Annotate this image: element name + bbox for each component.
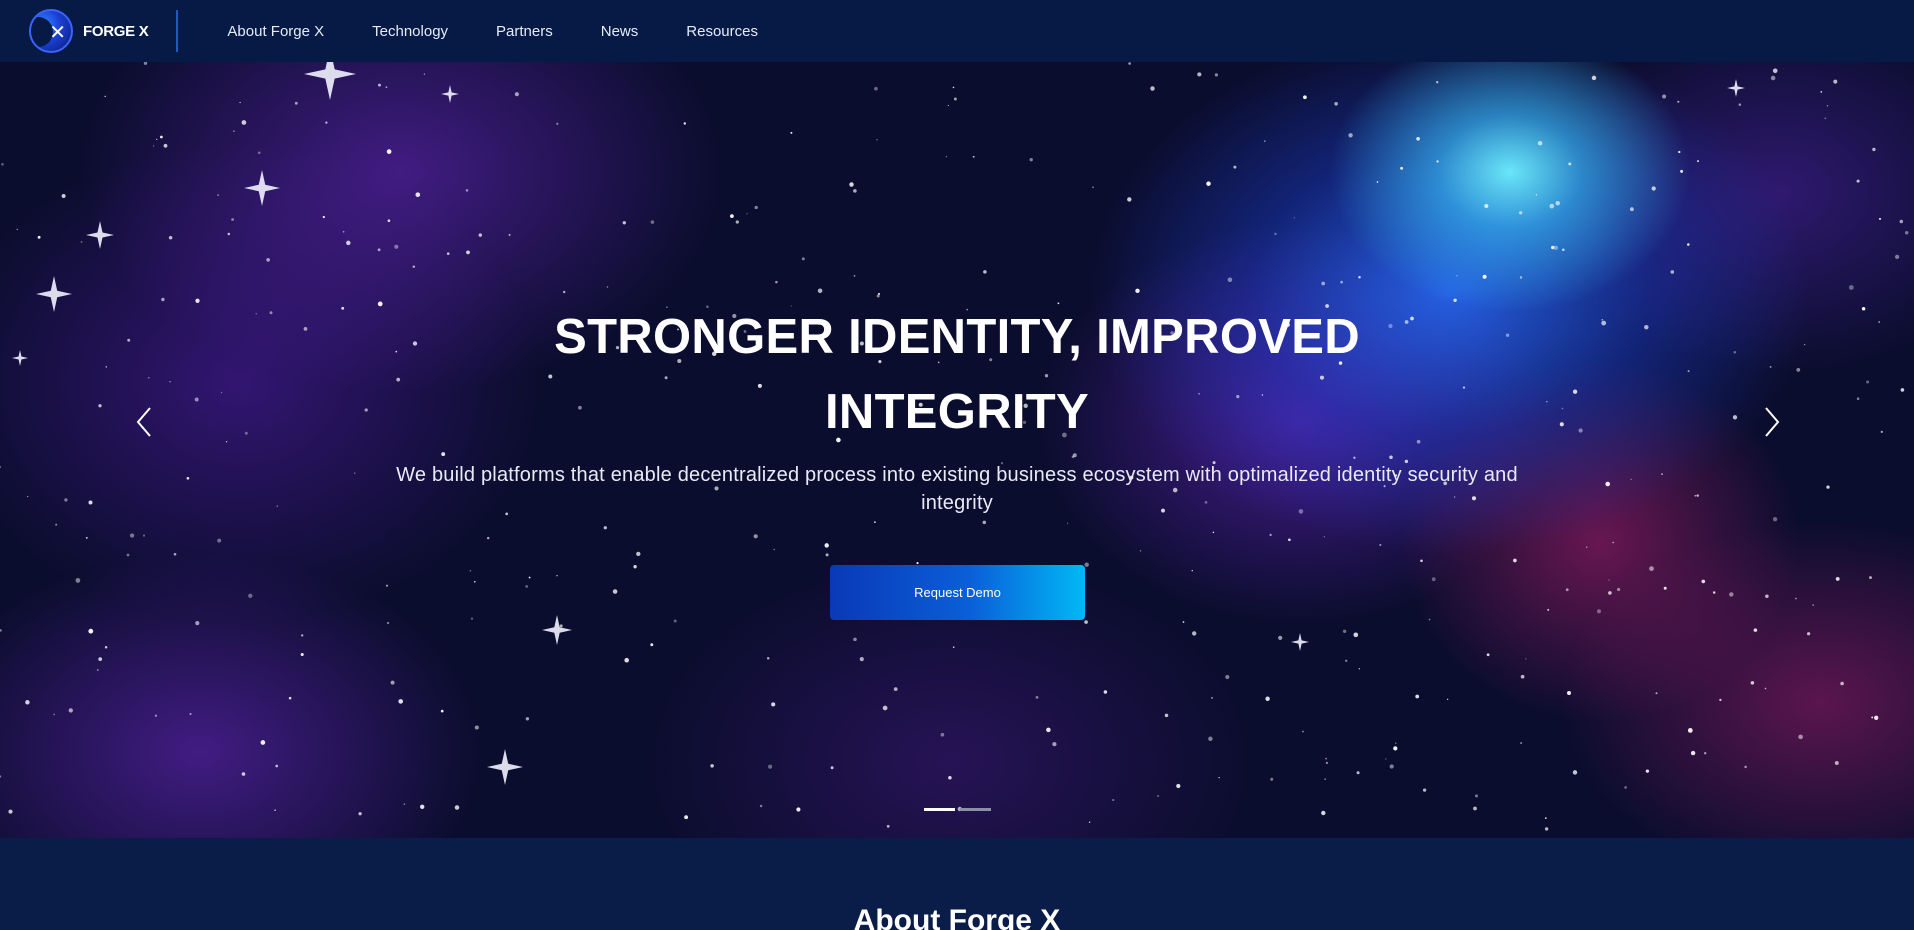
carousel-next-button[interactable] — [1756, 402, 1786, 442]
carousel-indicators — [924, 808, 996, 811]
nav-item-news[interactable]: News — [601, 23, 639, 40]
header-divider — [176, 10, 179, 52]
hero-carousel: STRONGER IDENTITY, IMPROVED INTEGRITY We… — [0, 62, 1914, 838]
site-header: ✕ FORGE X About Forge X Technology Partn… — [0, 0, 1914, 62]
about-section: About Forge X — [0, 838, 1914, 930]
carousel-dot-1[interactable] — [924, 808, 955, 811]
hero-title: STRONGER IDENTITY, IMPROVED INTEGRITY — [554, 310, 1360, 439]
about-title: About Forge X — [853, 904, 1061, 930]
chevron-right-icon — [1765, 407, 1780, 437]
forge-x-logo-icon: ✕ — [29, 9, 73, 53]
nav-item-about[interactable]: About Forge X — [227, 23, 324, 40]
nav-item-partners[interactable]: Partners — [496, 23, 553, 40]
logo-text: FORGE X — [83, 22, 149, 40]
carousel-dot-2[interactable] — [960, 808, 991, 811]
hero-slide: STRONGER IDENTITY, IMPROVED INTEGRITY We… — [0, 62, 1914, 838]
logo[interactable]: ✕ FORGE X — [29, 0, 149, 62]
chevron-left-icon — [136, 407, 151, 437]
carousel-prev-button[interactable] — [130, 402, 160, 442]
request-demo-button[interactable]: Request Demo — [830, 565, 1085, 620]
nav-item-resources[interactable]: Resources — [686, 23, 758, 40]
main-nav: About Forge X Technology Partners News R… — [227, 23, 806, 40]
hero-subtitle: We build platforms that enable decentral… — [396, 464, 1518, 514]
nav-item-technology[interactable]: Technology — [372, 23, 448, 40]
